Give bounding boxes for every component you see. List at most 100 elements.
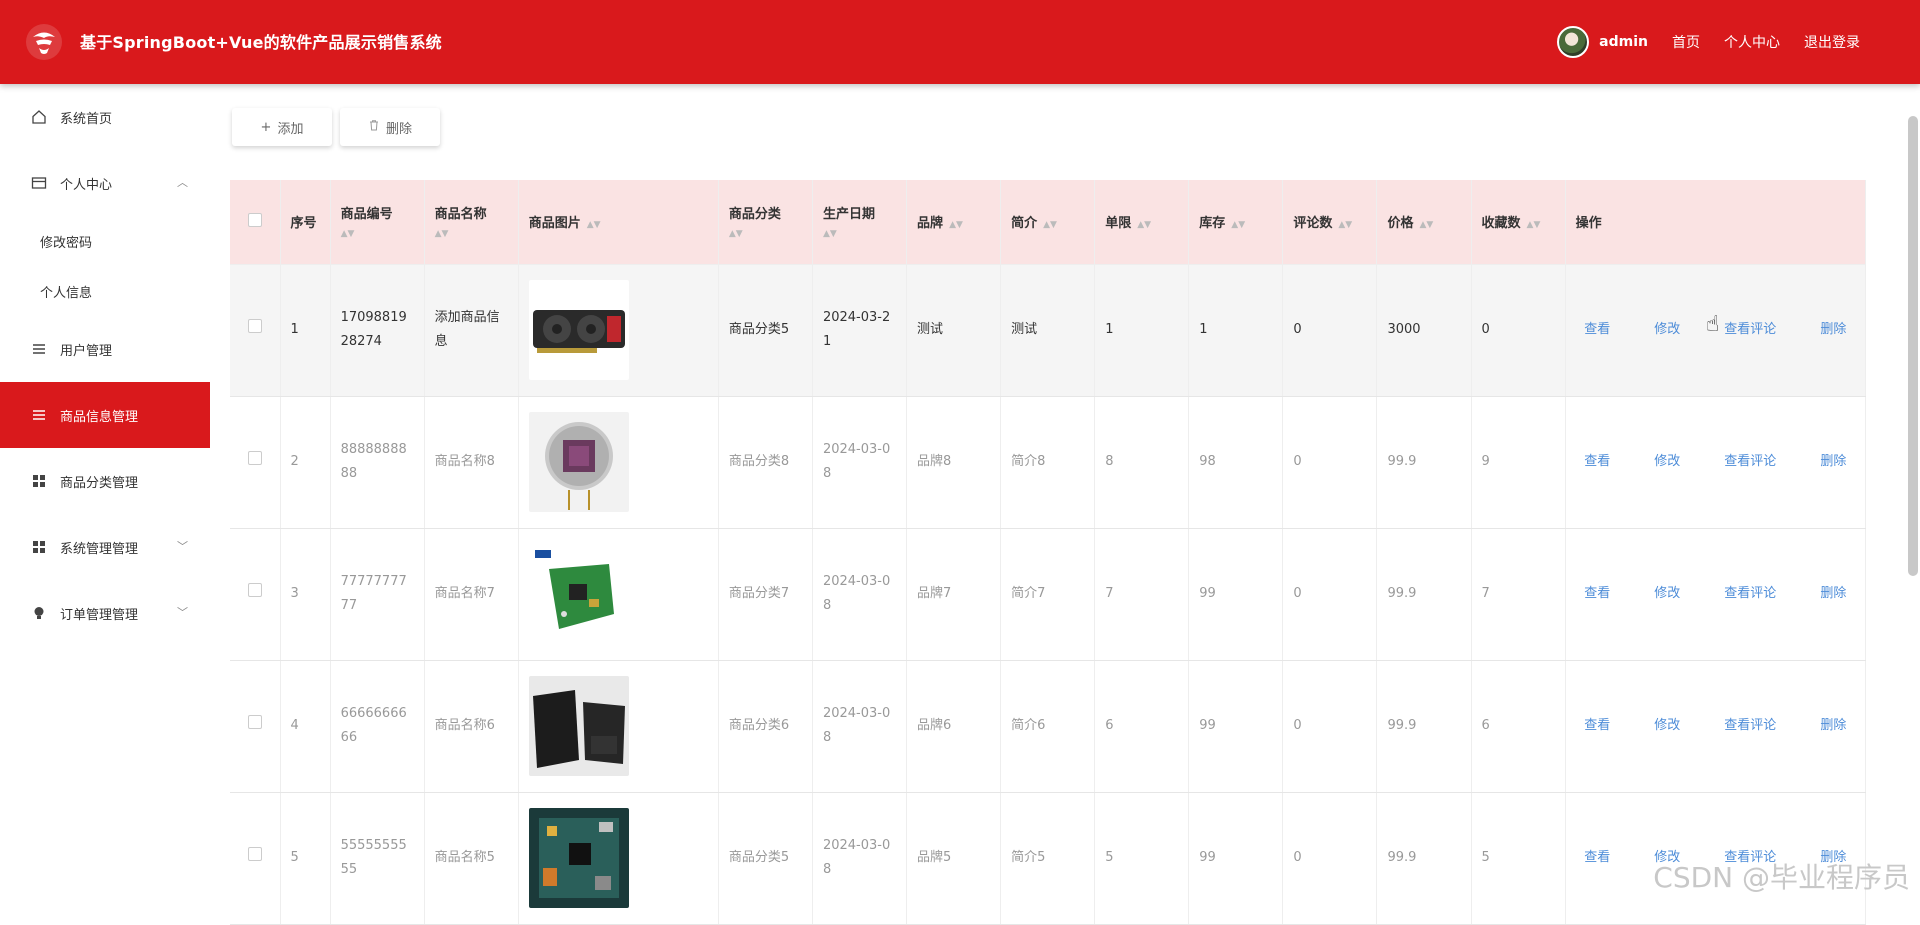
product-image-cell [518,792,718,924]
plus-icon: + [261,120,272,135]
product-image[interactable] [529,412,708,512]
row-select-cell[interactable] [230,264,280,396]
scrollbar[interactable] [1908,116,1918,576]
column-header[interactable]: 商品分类▲▼ [718,180,812,264]
sort-icon[interactable]: ▲▼ [1338,219,1352,231]
table-row: 11709881928274添加商品信息商品分类52024-03-21测试测试1… [230,264,1866,396]
row-checkbox[interactable] [248,583,262,597]
comment-count: 0 [1283,528,1377,660]
product-category: 商品分类5 [718,792,812,924]
brand: 品牌6 [907,660,1001,792]
view-button[interactable]: 查看 [1584,582,1610,606]
view-button[interactable]: 查看 [1584,846,1610,870]
view-comments-button[interactable]: 查看评论 [1724,714,1776,738]
column-header[interactable]: 单限▲▼ [1095,180,1189,264]
sidebar-item-orders[interactable]: 订单管理管理 ﹀ [0,580,210,646]
sidebar-item-product-category[interactable]: 商品分类管理 [0,448,210,514]
add-button[interactable]: + 添加 [232,108,332,146]
chevron-down-icon: ﹀ [177,604,188,620]
sort-icon[interactable]: ▲▼ [1043,219,1057,231]
purchase-limit: 8 [1095,396,1189,528]
purchase-limit: 1 [1095,264,1189,396]
edit-button[interactable]: 修改 [1654,582,1680,606]
column-header[interactable]: 评论数▲▼ [1283,180,1377,264]
intro: 简介6 [1001,660,1095,792]
edit-button[interactable]: 修改 [1654,318,1680,342]
product-table: 序号 商品编号▲▼ 商品名称▲▼ 商品图片▲▼ 商品分类▲▼ 生产日期▲▼ 品牌… [230,180,1866,925]
sort-icon[interactable]: ▲▼ [1527,219,1541,231]
sidebar-subitem-change-password[interactable]: 修改密码 [0,216,210,266]
edit-button[interactable]: 修改 [1654,714,1680,738]
row-checkbox[interactable] [248,319,262,333]
column-header[interactable]: 商品名称▲▼ [424,180,518,264]
row-select-cell[interactable] [230,396,280,528]
column-header[interactable]: 品牌▲▼ [907,180,1001,264]
row-checkbox[interactable] [248,715,262,729]
nav-profile-link[interactable]: 个人中心 [1724,32,1780,52]
row-select-cell[interactable] [230,528,280,660]
select-all-cell[interactable] [230,180,280,264]
edit-button[interactable]: 修改 [1654,450,1680,474]
user-area: admin 首页 个人中心 退出登录 [1557,24,1860,60]
column-header[interactable]: 商品编号▲▼ [330,180,424,264]
avatar[interactable] [1557,26,1589,58]
production-date: 2024-03-08 [812,792,906,924]
sidebar-item-label: 商品分类管理 [60,472,138,491]
sort-icon[interactable]: ▲▼ [1231,219,1245,231]
sort-icon[interactable]: ▲▼ [1419,219,1433,231]
sidebar-item-system[interactable]: 系统管理管理 ﹀ [0,514,210,580]
table-row: 46666666666商品名称6商品分类62024-03-08品牌6简介6699… [230,660,1866,792]
intro: 简介5 [1001,792,1095,924]
sidebar-item-personal-center[interactable]: 个人中心 ︿ [0,150,210,216]
view-comments-button[interactable]: 查看评论 [1724,450,1776,474]
sort-icon[interactable]: ▲▼ [823,228,896,240]
delete-row-button[interactable]: 删除 [1820,582,1846,606]
product-image[interactable] [529,280,708,380]
sidebar-item-product-info[interactable]: 商品信息管理 [0,382,210,448]
nav-home-link[interactable]: 首页 [1672,32,1700,52]
row-checkbox[interactable] [248,451,262,465]
column-header[interactable]: 库存▲▼ [1189,180,1283,264]
sidebar-item-users[interactable]: 用户管理 [0,316,210,382]
column-header[interactable]: 商品图片▲▼ [518,180,718,264]
sort-icon[interactable]: ▲▼ [341,228,414,240]
comment-count: 0 [1283,264,1377,396]
view-button[interactable]: 查看 [1584,714,1610,738]
delete-row-button[interactable]: 删除 [1820,318,1846,342]
product-code: 5555555555 [330,792,424,924]
logo-icon [24,22,64,62]
row-select-cell[interactable] [230,660,280,792]
sort-icon[interactable]: ▲▼ [949,219,963,231]
view-button[interactable]: 查看 [1584,450,1610,474]
sidebar-item-label: 用户管理 [60,340,112,359]
product-image[interactable] [529,808,708,908]
sidebar-item-home[interactable]: 系统首页 [0,84,210,150]
delete-row-button[interactable]: 删除 [1820,450,1846,474]
row-checkbox[interactable] [248,847,262,861]
delete-row-button[interactable]: 删除 [1820,714,1846,738]
sort-icon[interactable]: ▲▼ [435,228,508,240]
sort-icon[interactable]: ▲▼ [729,228,802,240]
sort-icon[interactable]: ▲▼ [587,219,601,231]
card-icon [30,174,48,192]
view-button[interactable]: 查看 [1584,318,1610,342]
nav-logout-link[interactable]: 退出登录 [1804,32,1860,52]
table-row: 55555555555商品名称5商品分类52024-03-08品牌5简介5599… [230,792,1866,924]
select-all-checkbox[interactable] [248,213,262,227]
column-header[interactable]: 生产日期▲▼ [812,180,906,264]
column-header[interactable]: 简介▲▼ [1001,180,1095,264]
production-date: 2024-03-21 [812,264,906,396]
view-comments-button[interactable]: 查看评论 [1724,318,1776,342]
row-select-cell[interactable] [230,792,280,924]
sidebar-item-label: 系统管理管理 [60,538,138,557]
delete-button[interactable]: 删除 [340,108,440,146]
product-image[interactable] [529,676,708,776]
product-code: 6666666666 [330,660,424,792]
price: 99.9 [1377,528,1471,660]
column-header[interactable]: 收藏数▲▼ [1471,180,1565,264]
sort-icon[interactable]: ▲▼ [1137,219,1151,231]
column-header[interactable]: 价格▲▼ [1377,180,1471,264]
view-comments-button[interactable]: 查看评论 [1724,582,1776,606]
sidebar-subitem-personal-info[interactable]: 个人信息 [0,266,210,316]
product-image[interactable] [529,544,708,644]
